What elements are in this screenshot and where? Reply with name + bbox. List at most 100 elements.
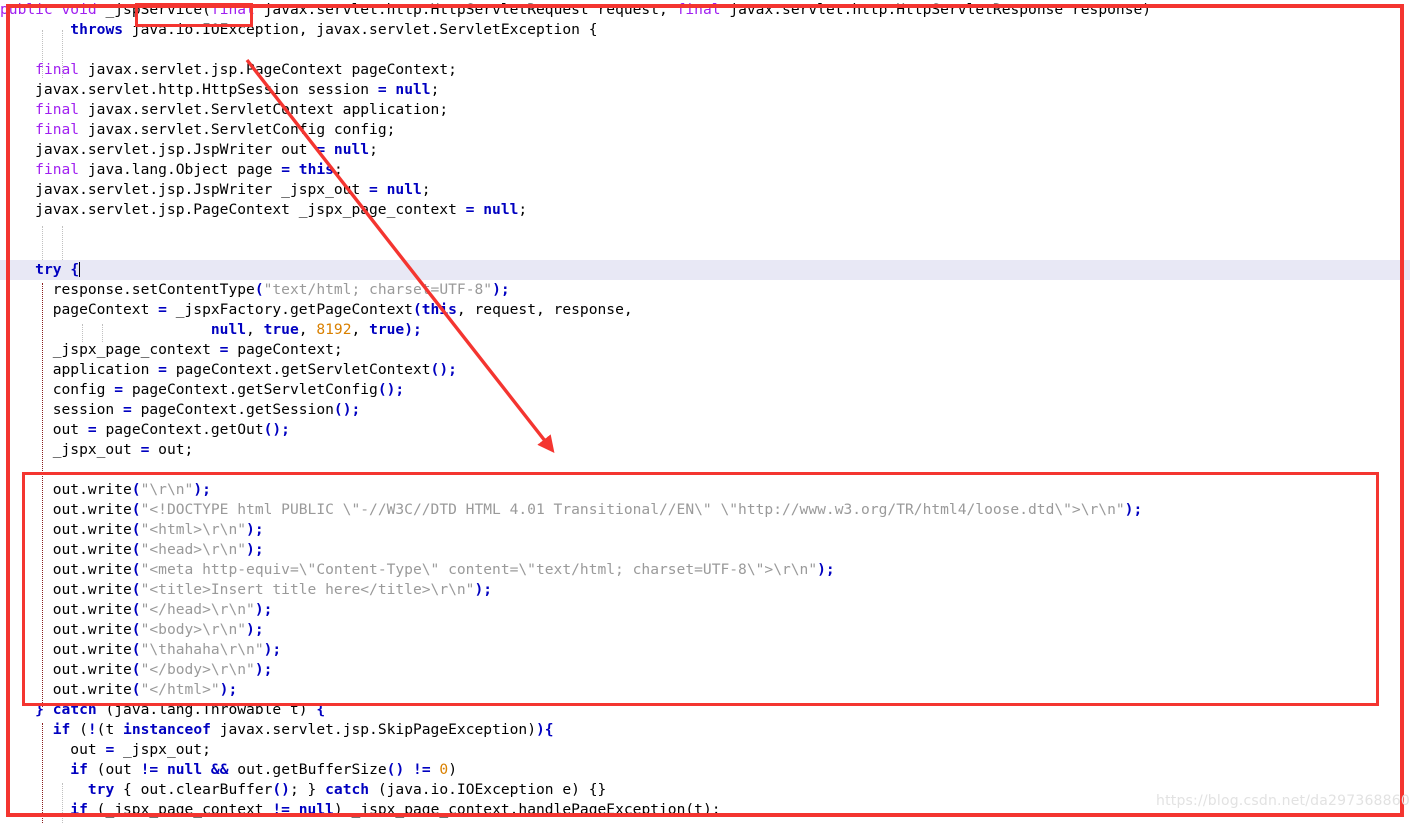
code-line[interactable]: out.write("<html>\r\n"); (0, 520, 1410, 540)
code-line[interactable]: application = pageContext.getServletCont… (0, 360, 1410, 380)
code-line[interactable]: public void _jspService(final javax.serv… (0, 0, 1410, 20)
code-token: public (0, 1, 53, 18)
code-token: void (61, 1, 97, 18)
code-token: out (0, 741, 106, 758)
code-line[interactable]: null, true, 8192, true); (0, 320, 1410, 340)
code-line[interactable]: javax.servlet.http.HttpSession session =… (0, 80, 1410, 100)
code-line[interactable] (0, 460, 1410, 480)
code-line[interactable]: if (out != null && out.getBufferSize() !… (0, 760, 1410, 780)
watermark-url: https://blog.csdn.net/da297368860 (1156, 793, 1410, 809)
code-token: (t (96, 721, 124, 738)
code-token: != (140, 761, 159, 778)
code-token: (java.lang.Throwable t) (96, 701, 317, 718)
code-line[interactable]: out.write("</body>\r\n"); (0, 660, 1410, 680)
code-token: out.write (0, 601, 132, 618)
code-token: catch (325, 781, 370, 798)
code-token: ( (131, 581, 141, 598)
code-token: (); (430, 361, 457, 378)
code-line[interactable]: out.write("<title>Insert title here</tit… (0, 580, 1410, 600)
code-line[interactable]: config = pageContext.getServletConfig(); (0, 380, 1410, 400)
code-token: ); (492, 281, 510, 298)
code-line[interactable]: } catch (java.lang.Throwable t) { (0, 700, 1410, 720)
code-token: "\r\n" (140, 481, 194, 498)
code-line[interactable]: pageContext = _jspxFactory.getPageContex… (0, 300, 1410, 320)
code-token: out.getBufferSize (228, 761, 387, 778)
code-token: = (87, 421, 97, 438)
code-line[interactable]: try { (0, 260, 1410, 280)
code-line[interactable]: out.write("<head>\r\n"); (0, 540, 1410, 560)
code-token: = (281, 161, 290, 178)
code-line[interactable]: javax.servlet.jsp.PageContext _jspx_page… (0, 200, 1410, 220)
code-token: , (298, 321, 317, 338)
code-token: this (421, 301, 457, 318)
code-line[interactable] (0, 220, 1410, 240)
code-token: = (105, 741, 115, 758)
code-token: out.write (0, 641, 132, 658)
code-token: (); (263, 421, 290, 438)
code-token: if (70, 801, 88, 818)
code-line[interactable]: out = _jspx_out; (0, 740, 1410, 760)
code-token: ){ (536, 721, 554, 738)
code-line[interactable]: final javax.servlet.ServletConfig config… (0, 120, 1410, 140)
code-token: out.write (0, 501, 132, 518)
code-token: null (395, 81, 431, 98)
code-line[interactable]: out.write("<body>\r\n"); (0, 620, 1410, 640)
code-token: null (210, 321, 247, 338)
code-token: = (158, 361, 167, 378)
code-token: this (298, 161, 334, 178)
code-token: ) _jspx_page_context.handlePageException… (333, 801, 721, 818)
code-token: ); (246, 541, 264, 558)
code-token: 8192 (316, 321, 352, 338)
code-token: javax.servlet.jsp.JspWriter out (0, 141, 317, 158)
code-line[interactable] (0, 240, 1410, 260)
code-token: ); (263, 641, 282, 658)
code-editor[interactable]: public void _jspService(final javax.serv… (0, 0, 1410, 823)
code-line[interactable]: final javax.servlet.jsp.PageContext page… (0, 60, 1410, 80)
code-line[interactable]: response.setContentType("text/html; char… (0, 280, 1410, 300)
code-token: != (413, 761, 431, 778)
code-token: ); (219, 681, 238, 698)
code-token: java.io.IOException, javax.servlet.Servl… (123, 21, 589, 38)
code-line[interactable]: out.write("\thahaha\r\n"); (0, 640, 1410, 660)
code-line[interactable]: session = pageContext.getSession(); (0, 400, 1410, 420)
code-token: , (246, 321, 264, 338)
code-token: (_jspx_page_context (87, 801, 273, 818)
code-line[interactable]: if (!(t instanceof javax.servlet.jsp.Ski… (0, 720, 1410, 740)
code-token: pageContext; (228, 341, 343, 358)
text-caret (79, 262, 81, 277)
code-line[interactable]: throws java.io.IOException, javax.servle… (0, 20, 1410, 40)
code-line[interactable]: _jspx_page_context = pageContext; (0, 340, 1410, 360)
code-line[interactable]: out.write("<meta http-equiv=\"Content-Ty… (0, 560, 1410, 580)
code-token: ( (412, 301, 422, 318)
code-token: "</body>\r\n" (140, 661, 255, 678)
screenshot-root: public void _jspService(final javax.serv… (0, 0, 1410, 823)
code-token: , request, response, (456, 301, 633, 318)
code-token: (java.io.IOException e) {} (369, 781, 607, 798)
code-line[interactable]: out.write("</head>\r\n"); (0, 600, 1410, 620)
code-token: pageContext.getServletContext (166, 361, 431, 378)
code-line[interactable]: out.write("</html>"); (0, 680, 1410, 700)
code-token: { (70, 261, 80, 278)
code-token: _jspx_page_context (0, 341, 220, 358)
code-line[interactable]: javax.servlet.jsp.JspWriter out = null; (0, 140, 1410, 160)
code-line[interactable]: final java.lang.Object page = this; (0, 160, 1410, 180)
code-token: ); (254, 601, 273, 618)
code-token: "<html>\r\n" (140, 521, 247, 538)
code-line[interactable]: out.write("\r\n"); (0, 480, 1410, 500)
code-line[interactable]: _jspx_out = out; (0, 440, 1410, 460)
code-line[interactable]: out = pageContext.getOut(); (0, 420, 1410, 440)
code-line[interactable] (0, 40, 1410, 60)
code-token: ( (131, 661, 141, 678)
code-line[interactable]: javax.servlet.jsp.JspWriter _jspx_out = … (0, 180, 1410, 200)
code-line[interactable]: final javax.servlet.ServletContext appli… (0, 100, 1410, 120)
code-line[interactable]: out.write("<!DOCTYPE html PUBLIC \"-//W3… (0, 500, 1410, 520)
